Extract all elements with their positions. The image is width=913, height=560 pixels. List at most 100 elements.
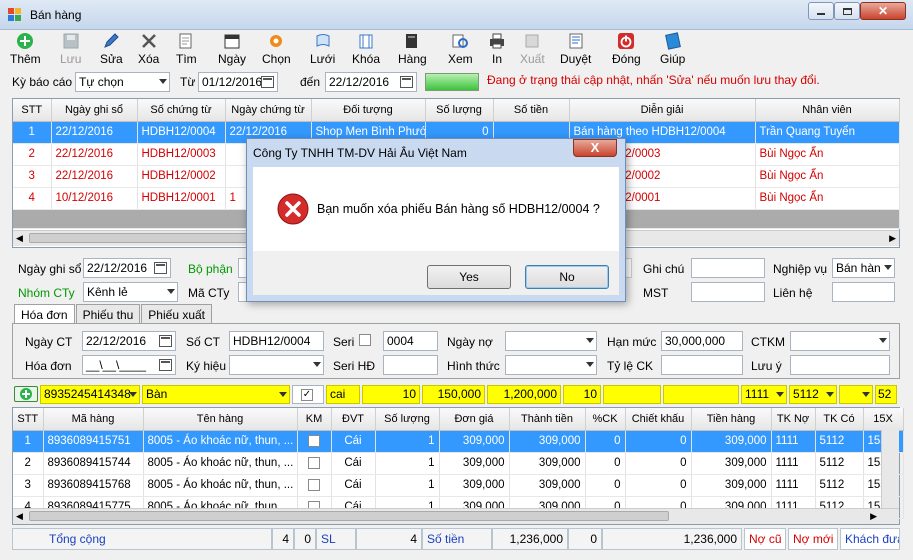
credit-account-select[interactable]: 5112 [789, 385, 837, 404]
column-header[interactable]: TK Có [815, 408, 864, 431]
column-header[interactable]: Đơn giá [439, 408, 510, 431]
promotion-checkbox[interactable] [308, 434, 320, 447]
table-cell[interactable]: Cái [331, 452, 376, 475]
close-button[interactable]: ✕ [860, 2, 906, 20]
dialog-close-button[interactable]: X [573, 139, 617, 157]
table-cell[interactable]: 10/12/2016 [51, 187, 138, 210]
serial-checkbox[interactable] [359, 334, 371, 346]
table-cell[interactable]: 3 [13, 165, 52, 188]
table-cell[interactable]: 8005 - Áo khoác nữ, thun, ... [143, 452, 298, 475]
chon-toolbar-button[interactable]: Chọn [262, 32, 291, 68]
them-toolbar-button[interactable]: Thêm [10, 32, 41, 68]
table-cell[interactable]: 1 [375, 474, 440, 497]
table-cell[interactable]: 1111 [771, 452, 816, 475]
table-row[interactable]: 3 8936089415768 8005 - Áo khoác nữ, thun, … [13, 474, 904, 497]
table-cell[interactable]: 0 [585, 474, 626, 497]
maximize-button[interactable] [834, 2, 860, 20]
extra-select[interactable] [839, 385, 873, 404]
dong-toolbar-button[interactable]: Đóng [612, 32, 641, 68]
table-cell[interactable]: HDBH12/0002 [137, 165, 226, 188]
table-cell[interactable]: 5112 [815, 452, 864, 475]
detail-grid[interactable]: STT Mã hàng Tên hàng KM ĐVT Số lượng Đơn giá Th… [12, 407, 904, 525]
barcode-input[interactable]: 8935245414348 [40, 385, 140, 404]
table-cell[interactable]: 1 [13, 121, 52, 144]
due-date-select[interactable] [505, 331, 597, 351]
serial-input[interactable]: 0004 [383, 331, 438, 351]
debit-account-select[interactable]: 1111 [741, 385, 787, 404]
promotion-checkbox[interactable] [308, 456, 320, 469]
table-cell[interactable]: 0 [625, 430, 692, 453]
duyet-toolbar-button[interactable]: Duyệt [560, 32, 591, 68]
warehouse-select[interactable]: 52 [875, 385, 897, 404]
table-cell[interactable]: 0 [585, 430, 626, 453]
table-cell[interactable]: 22/12/2016 [51, 121, 138, 144]
column-header[interactable]: Thành tiền [509, 408, 586, 431]
column-header[interactable]: STT [13, 99, 52, 122]
table-cell[interactable]: Bùi Ngọc Ẩn [755, 165, 900, 188]
giup-toolbar-button[interactable]: Giúp [660, 32, 685, 68]
column-header[interactable]: Ngày ghi sổ [51, 99, 138, 122]
luoi-toolbar-button[interactable]: Lưới [310, 32, 335, 68]
promotion-select[interactable] [790, 331, 890, 351]
table-cell[interactable]: 2 [13, 143, 52, 166]
product-name-input[interactable]: Bàn [142, 385, 290, 404]
table-cell[interactable]: 8936089415751 [43, 430, 144, 453]
posting-date-input[interactable]: 22/12/2016 [83, 258, 171, 278]
calendar-icon[interactable] [159, 335, 172, 347]
table-cell[interactable]: Cái [331, 474, 376, 497]
table-cell[interactable]: Cái [331, 430, 376, 453]
table-cell[interactable]: 3 [13, 474, 44, 497]
credit-limit-input[interactable]: 30,000,000 [661, 331, 743, 351]
table-cell[interactable]: 309,000 [509, 474, 586, 497]
table-row[interactable]: 1 8936089415751 8005 - Áo khoác nữ, thun, … [13, 430, 904, 453]
sua-toolbar-button[interactable]: Sửa [100, 32, 123, 68]
discount-amount-input[interactable] [603, 385, 661, 404]
from-date-input[interactable]: 01/12/2016 [198, 72, 278, 92]
new-debt-button[interactable]: Nợ mới [788, 528, 838, 550]
column-header[interactable]: Số tiền [493, 99, 570, 122]
ngay-toolbar-button[interactable]: Ngày [218, 32, 246, 68]
quantity-input[interactable]: 10 [362, 385, 420, 404]
add-line-button[interactable] [14, 386, 38, 402]
check-icon[interactable]: ✓ [301, 389, 313, 401]
goods-amount-input[interactable] [663, 385, 739, 404]
table-cell[interactable]: 0 [625, 452, 692, 475]
company-group-select[interactable]: Kênh lẻ [83, 282, 178, 302]
table-cell[interactable]: HDBH12/0001 [137, 187, 226, 210]
operation-select[interactable]: Bán hàn [832, 258, 895, 278]
calendar-icon[interactable] [400, 76, 413, 88]
price-input[interactable]: 150,000 [422, 385, 485, 404]
customer-paid-button[interactable]: Khách đưa [840, 528, 900, 550]
table-cell[interactable]: 1 [13, 430, 44, 453]
promotion-cell[interactable]: ✓ [292, 385, 324, 404]
column-header[interactable]: Diễn giải [569, 99, 756, 122]
table-cell[interactable]: Bùi Ngọc Ẩn [755, 143, 900, 166]
discount-percent-input[interactable]: 10 [563, 385, 601, 404]
in-toolbar-button[interactable]: In [488, 32, 506, 68]
calendar-icon[interactable] [154, 262, 167, 274]
table-cell[interactable]: Trần Quang Tuyển [755, 121, 900, 144]
vertical-scrollbar[interactable] [881, 430, 899, 512]
table-cell[interactable]: HDBH12/0003 [137, 143, 226, 166]
scroll-left-icon[interactable]: ◀ [16, 511, 23, 522]
remark-input[interactable] [790, 355, 890, 375]
symbol-select[interactable] [229, 355, 324, 375]
doc-number-input[interactable]: HDBH12/0004 [229, 331, 324, 351]
table-cell[interactable]: 5112 [815, 474, 864, 497]
table-cell[interactable] [297, 474, 332, 497]
column-header[interactable]: Đối tượng [311, 99, 426, 122]
column-header[interactable]: %CK [585, 408, 626, 431]
column-header[interactable]: ĐVT [331, 408, 376, 431]
table-cell[interactable]: 0 [625, 474, 692, 497]
invoice-date-input[interactable]: __\__\____ [82, 355, 176, 375]
column-header[interactable]: TK Nợ [771, 408, 816, 431]
table-cell[interactable]: 0 [585, 452, 626, 475]
table-cell[interactable]: 309,000 [439, 430, 510, 453]
scroll-thumb[interactable] [29, 511, 669, 521]
table-row[interactable]: 2 8936089415744 8005 - Áo khoác nữ, thun, … [13, 452, 904, 475]
column-header[interactable]: STT [13, 408, 44, 431]
table-cell[interactable] [297, 452, 332, 475]
doc-date-input[interactable]: 22/12/2016 [82, 331, 176, 351]
xoa-toolbar-button[interactable]: Xóa [138, 32, 159, 68]
amount-input[interactable]: 1,200,000 [487, 385, 561, 404]
